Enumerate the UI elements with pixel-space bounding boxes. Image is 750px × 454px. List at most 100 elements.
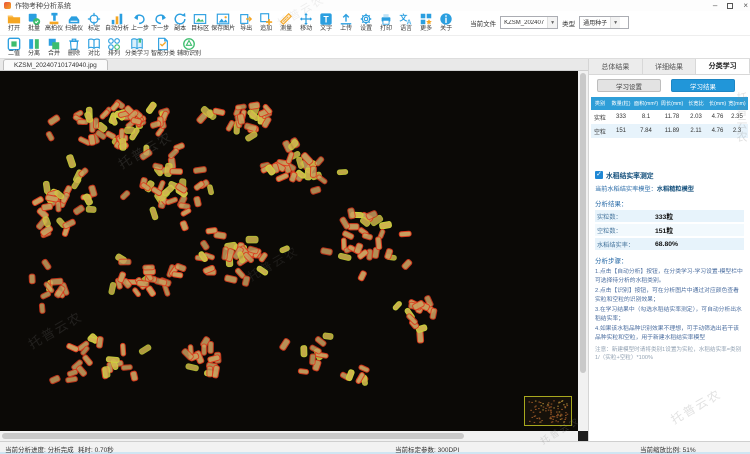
- delete-icon: [67, 37, 81, 51]
- toolbar-button-next-step[interactable]: 下一步: [150, 12, 170, 33]
- toolbar-button-label: 测量: [280, 26, 293, 32]
- class-learn-icon: [130, 37, 144, 51]
- toolbar-button-label: 上一步: [131, 26, 150, 32]
- rice-setting-rate-checkbox[interactable]: ✓: [595, 171, 603, 179]
- toolbar-button-separate[interactable]: 分离: [24, 37, 44, 58]
- about-icon: [439, 12, 453, 26]
- next-step-icon: [153, 12, 167, 26]
- prev-step-icon: [133, 12, 147, 26]
- class-stats-table: 类别 数量(粒) 面积(mm²) 周长(mm) 长宽比 长(mm) 宽(mm) 实粒 333 8.…: [591, 97, 748, 138]
- toolbar-button-label: 移动: [300, 26, 313, 32]
- toolbar-button-label: 删除: [67, 51, 80, 57]
- toolbar-button-compare[interactable]: 对比: [84, 37, 104, 58]
- seed-image-canvas[interactable]: [0, 71, 578, 431]
- toolbar-button-upload[interactable]: 上传: [336, 12, 356, 33]
- chevron-down-icon: ▼: [547, 17, 558, 28]
- toolbar-button-open[interactable]: 打开: [4, 12, 24, 33]
- toolbar-button-smart-classify[interactable]: 智能分类: [150, 37, 176, 58]
- separate-icon: [27, 37, 41, 51]
- toolbar-button-merge[interactable]: 合并: [44, 37, 64, 58]
- toolbar-button-label: 文字: [320, 26, 333, 32]
- table-row[interactable]: 实粒 333 8.1 11.78 2.03 4.76 2.35: [591, 110, 748, 124]
- toolbar-button-label: 合并: [47, 51, 60, 57]
- append-icon: [259, 12, 273, 26]
- toolbar-button-binary[interactable]: 二值: [4, 37, 24, 58]
- type-dropdown[interactable]: 通用种子 ▼: [579, 16, 630, 29]
- toolbar-button-auto-analyze[interactable]: 自动分析: [104, 12, 130, 33]
- result-label: 实粒数：: [597, 213, 622, 221]
- toolbar-button-label: 追加: [260, 26, 273, 32]
- zoom-value: 51%: [682, 447, 696, 454]
- model-note: 注意：新建模型时请将类别1设置为实粒，水稻结实率=类别1/（实粒+空粒）*100…: [595, 346, 742, 362]
- type-value: 通用种子: [583, 21, 608, 27]
- result-label: 水稻结实率：: [597, 241, 635, 249]
- toolbar-button-label: 副本: [174, 26, 187, 32]
- tab-classification-learning[interactable]: 分类学习: [696, 59, 750, 74]
- toolbar-button-move[interactable]: 移动: [296, 12, 316, 33]
- toolbar-button-export[interactable]: 导出: [236, 12, 256, 33]
- toolbar-button-print[interactable]: 打印: [376, 12, 396, 33]
- toolbar-button-more[interactable]: 更多: [416, 12, 436, 33]
- toolbar-button-measure[interactable]: 测量: [276, 12, 296, 33]
- toolbar-button-label: 排列: [107, 51, 120, 57]
- upload-icon: [339, 12, 353, 26]
- learning-results-button[interactable]: 学习结果: [671, 79, 735, 92]
- toolbar-button-label: 批量: [27, 26, 40, 32]
- toolbar-button-batch[interactable]: 批量: [24, 12, 44, 33]
- settings-icon: [359, 12, 373, 26]
- maximize-button[interactable]: [727, 2, 734, 9]
- window-title: 作物考种分析系统: [15, 2, 71, 10]
- toolbar-button-doc-camera[interactable]: 高拍仪: [44, 12, 64, 33]
- compare-icon: [87, 37, 101, 51]
- toolbar-button-label: 智能分类: [151, 51, 176, 57]
- tab-overall-results[interactable]: 总体结果: [589, 59, 643, 74]
- tab-detailed-results[interactable]: 详细结果: [642, 59, 697, 74]
- print-icon: [379, 12, 393, 26]
- binary-icon: [7, 37, 21, 51]
- toolbar-button-delete[interactable]: 删除: [64, 37, 84, 58]
- close-button[interactable]: ×: [743, 1, 748, 10]
- toolbar-button-duplicate[interactable]: 副本: [170, 12, 190, 33]
- toolbar-button-label: 自动分析: [105, 26, 130, 32]
- result-value: 333粒: [655, 214, 674, 221]
- toolbar-button-label: 导出: [240, 26, 253, 32]
- toolbar-button-settings[interactable]: 设置: [356, 12, 376, 33]
- file-tab[interactable]: KZSM_20240710174940.jpg: [3, 59, 108, 70]
- horizontal-scrollbar[interactable]: [0, 431, 578, 441]
- toolbar-button-target-area[interactable]: 目标区: [190, 12, 210, 33]
- toolbar-button-scanner[interactable]: 扫描仪: [64, 12, 84, 33]
- toolbar-button-calibrate[interactable]: 标定: [84, 12, 104, 33]
- overview-thumbnail[interactable]: [524, 396, 572, 426]
- measure-icon: [279, 12, 293, 26]
- results-panel: 总体结果 详细结果 分类学习 学习设置 学习结果 类别 数量(粒) 面积(mm²) 周…: [588, 59, 750, 441]
- toolbar-button-language[interactable]: 文 A 语言: [396, 12, 416, 33]
- toolbar-button-append[interactable]: 追加: [256, 12, 276, 33]
- title-bar: 作物考种分析系统 – ×: [0, 0, 750, 11]
- toolbar-button-text[interactable]: T 文字: [316, 12, 336, 33]
- learning-settings-button[interactable]: 学习设置: [597, 79, 661, 92]
- toolbar-button-label: 对比: [87, 51, 100, 57]
- table-row[interactable]: 空粒 151 7.84 11.89 2.11 4.76 2.3: [591, 124, 748, 138]
- current-file-dropdown[interactable]: KZSM_202407 ▼: [500, 16, 559, 29]
- toolbar-button-about[interactable]: 关于: [436, 12, 456, 33]
- auto-analyze-icon: [110, 12, 124, 26]
- target-area-icon: [193, 12, 207, 26]
- vertical-scrollbar[interactable]: [578, 71, 588, 431]
- toolbar-button-assist-recognize[interactable]: 辅助识别: [176, 37, 202, 58]
- secondary-toolbar: 二值 分离 合并 删除 对比 排列 分类学习 智能分类 辅助识别: [0, 35, 750, 59]
- svg-text:T: T: [323, 15, 329, 25]
- toolbar-button-arrange[interactable]: 排列: [104, 37, 124, 58]
- toolbar-button-prev-step[interactable]: 上一步: [130, 12, 150, 33]
- progress-value: 分析完成: [47, 447, 74, 454]
- smart-classify-icon: [156, 37, 170, 51]
- toolbar-button-save-image[interactable]: 保存图片: [210, 12, 236, 33]
- result-value: 68.80%: [655, 240, 679, 248]
- rice-setting-rate-label: 水稻结实率测定: [606, 173, 654, 180]
- toolbar-button-label: 打印: [380, 26, 393, 32]
- toolbar-button-label: 高拍仪: [45, 26, 64, 32]
- minimize-button[interactable]: –: [713, 1, 717, 10]
- result-label: 空粒数：: [597, 227, 622, 235]
- result-row: 水稻结实率： 68.80%: [595, 238, 744, 250]
- toolbar-button-class-learn[interactable]: 分类学习: [124, 37, 150, 58]
- open-icon: [7, 12, 21, 26]
